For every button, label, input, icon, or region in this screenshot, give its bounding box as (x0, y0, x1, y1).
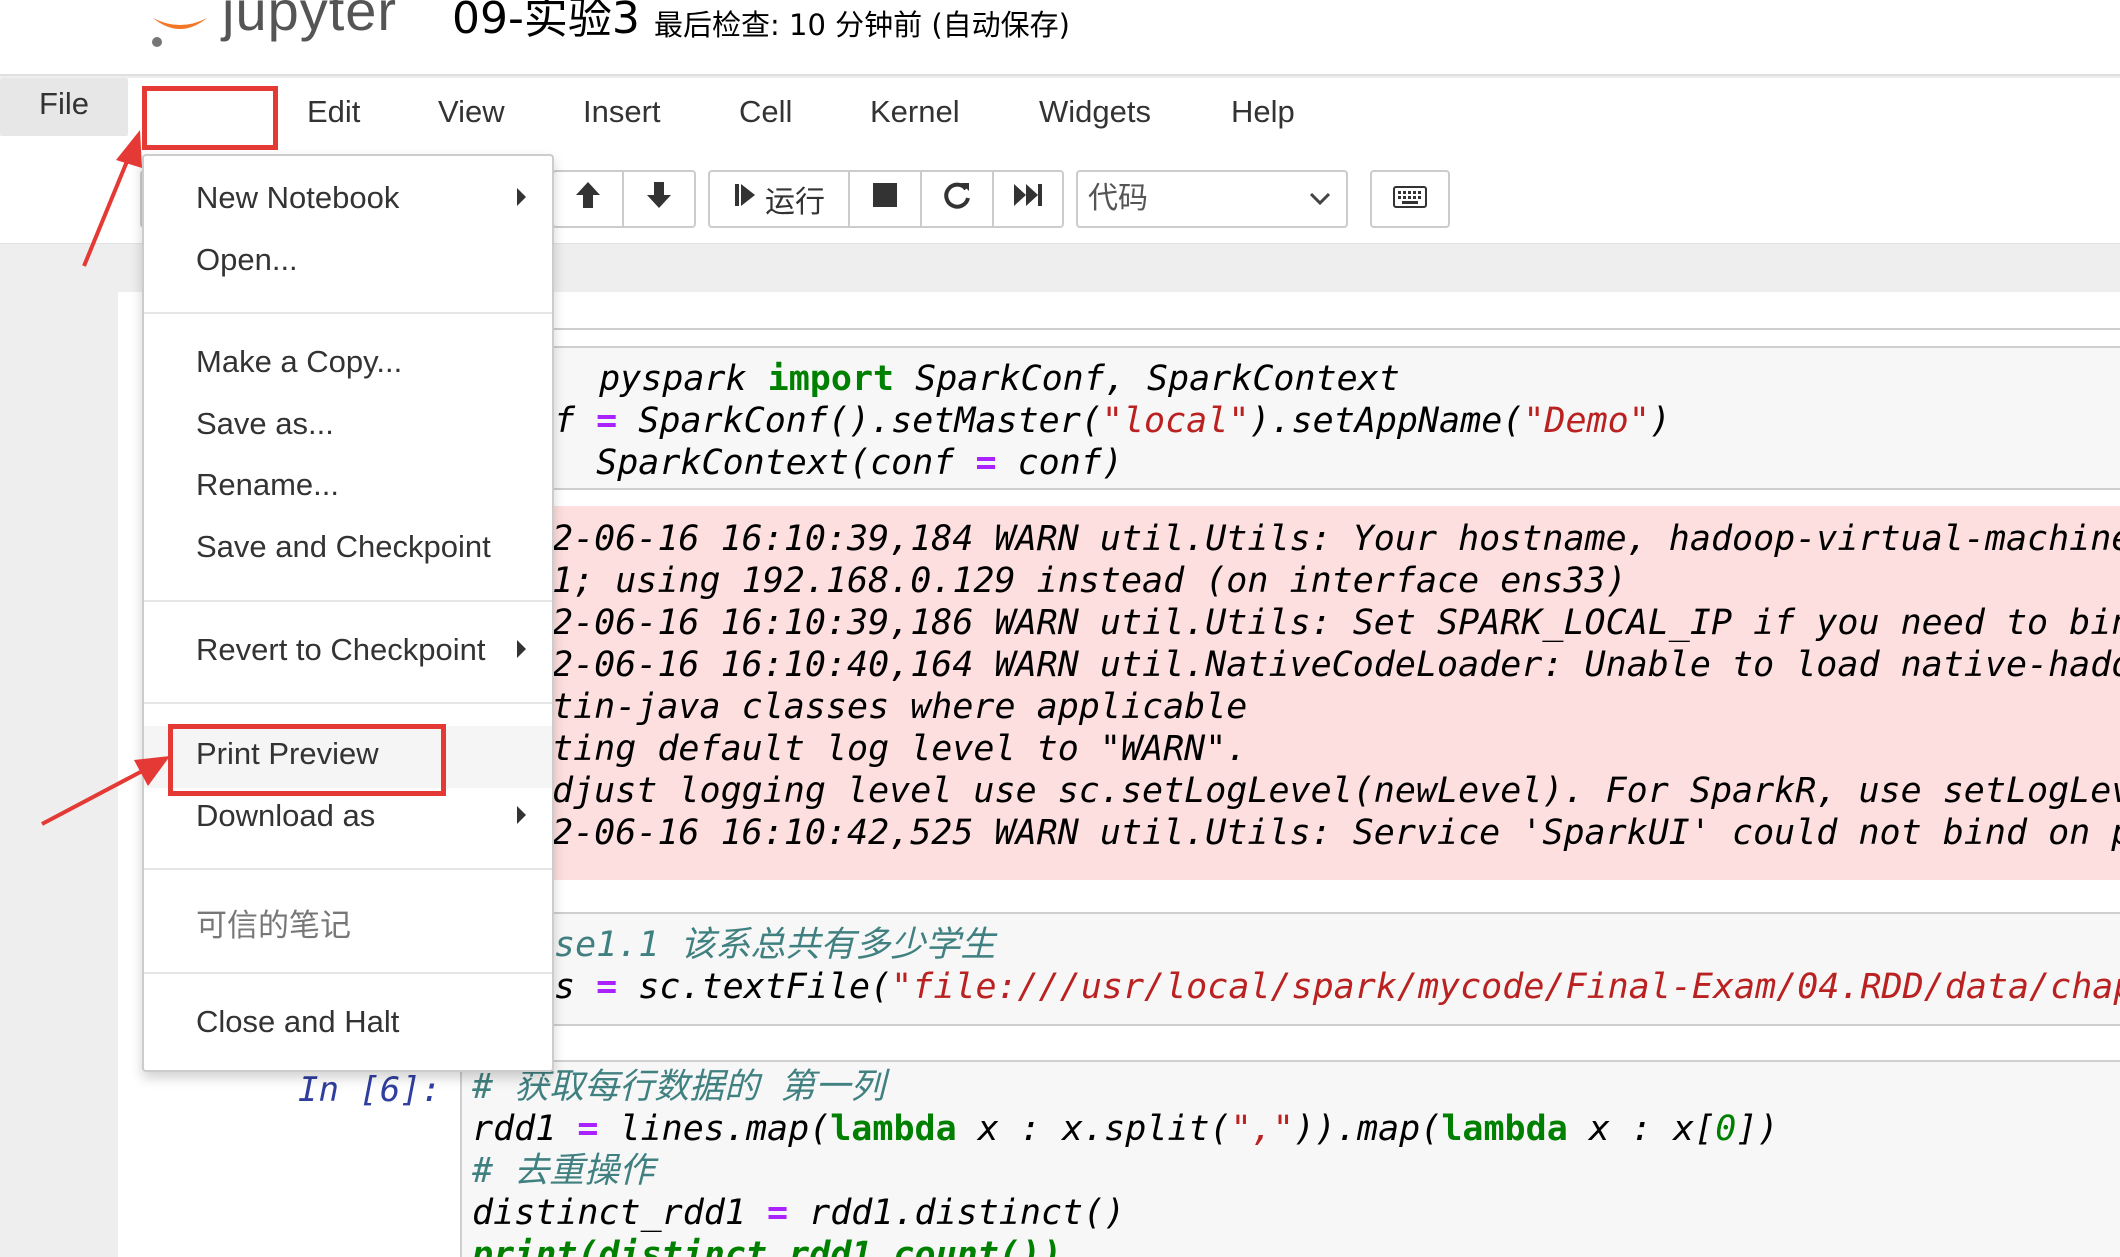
cell-3-prompt: In [6]: (298, 1070, 442, 1110)
output-line: 2-06-16 16:10:40,164 WARN util.NativeCod… (552, 645, 2120, 685)
toolbar-move-group (552, 170, 696, 228)
menubar: File Edit View Insert Cell Kernel Widget… (0, 78, 2120, 154)
submenu-caret-icon (517, 640, 526, 658)
move-up-button[interactable] (554, 172, 624, 226)
menu-item-open[interactable]: Open... (196, 242, 298, 278)
toolbar-run-group: 运行 (708, 170, 1064, 228)
save-status: 最后检查: 10 分钟前 (自动保存) (654, 8, 1070, 42)
code-line: SparkContext(conf = conf) (554, 443, 1123, 483)
code-comment: # 去重操作 (472, 1151, 655, 1191)
cell-type-value: 代码 (1088, 181, 1148, 216)
stop-icon (872, 182, 898, 216)
output-line: 1; using 192.168.0.129 instead (on inter… (552, 561, 1627, 601)
code-comment: se1.1 该系总共有多少学生 (554, 925, 996, 965)
chevron-down-icon (1308, 174, 1332, 242)
menu-item-close-halt[interactable]: Close and Halt (196, 1004, 399, 1040)
run-all-button[interactable] (994, 172, 1062, 226)
annotation-box-print-preview (168, 724, 446, 796)
header: jupyter 09-实验3 最后检查: 10 分钟前 (自动保存) (0, 0, 2120, 76)
code-line: f = SparkConf().setMaster("local").setAp… (554, 401, 1671, 441)
menu-view[interactable]: View (438, 94, 505, 130)
menu-item-rename[interactable]: Rename... (196, 467, 339, 503)
output-line: 2-06-16 16:10:39,186 WARN util.Utils: Se… (552, 603, 2120, 643)
menu-item-save-as[interactable]: Save as... (196, 406, 334, 442)
fast-forward-icon (1012, 181, 1044, 217)
restart-icon (942, 180, 972, 218)
code-line: rdd1 = lines.map(lambda x : x.split(",")… (472, 1109, 1779, 1149)
menu-item-new-notebook[interactable]: New Notebook (196, 180, 399, 216)
code-cell-1-input[interactable]: pyspark import SparkConf, SparkContext f… (552, 346, 2120, 490)
menu-cell[interactable]: Cell (739, 94, 792, 130)
jupyter-logo-icon[interactable] (145, 0, 215, 50)
interrupt-button[interactable] (850, 172, 922, 226)
menu-insert[interactable]: Insert (583, 94, 661, 130)
menu-divider (144, 868, 552, 870)
menu-item-revert-checkpoint[interactable]: Revert to Checkpoint (196, 632, 485, 668)
arrow-up-icon (573, 179, 603, 219)
output-line: djust logging level use sc.setLogLevel(n… (552, 771, 2120, 811)
command-palette-button[interactable] (1370, 170, 1450, 228)
output-line: tin-java classes where applicable (552, 687, 1248, 727)
code-comment: # 获取每行数据的 第一列 (472, 1067, 886, 1107)
menu-divider (144, 702, 552, 704)
menu-file[interactable]: File (0, 78, 128, 136)
submenu-caret-icon (517, 188, 526, 206)
menu-item-save-checkpoint[interactable]: Save and Checkpoint (196, 529, 491, 565)
code-cell-3-input[interactable]: # 获取每行数据的 第一列 rdd1 = lines.map(lambda x … (460, 1060, 2120, 1257)
cell-1-stderr-output: 2-06-16 16:10:39,184 WARN util.Utils: Yo… (552, 506, 2120, 880)
output-line: ting default log level to "WARN". (552, 729, 1248, 769)
logo-text[interactable]: jupyter (222, 0, 397, 43)
output-line: 2-06-16 16:10:39,184 WARN util.Utils: Yo… (552, 519, 2120, 559)
menu-divider (144, 312, 552, 314)
code-line: pyspark import SparkConf, SparkContext (578, 359, 1400, 399)
output-line: 2-06-16 16:10:42,525 WARN util.Utils: Se… (552, 813, 2120, 853)
arrow-down-icon (644, 179, 674, 219)
annotation-box-file (142, 86, 278, 150)
menu-divider (144, 972, 552, 974)
run-label: 运行 (765, 185, 825, 220)
code-line: print(distinct_rdd1.count()) (472, 1235, 1063, 1257)
menu-item-trusted-notebook: 可信的笔记 (196, 908, 351, 944)
jupyter-notebook-window: jupyter 09-实验3 最后检查: 10 分钟前 (自动保存) File … (0, 0, 2120, 1257)
cell-type-select[interactable]: 代码 (1076, 170, 1348, 228)
menu-edit[interactable]: Edit (307, 94, 360, 130)
notebook-name[interactable]: 09-实验3 (452, 0, 640, 46)
menu-divider (144, 600, 552, 602)
keyboard-icon (1393, 185, 1427, 213)
run-button[interactable]: 运行 (710, 172, 850, 226)
move-down-button[interactable] (624, 172, 694, 226)
menu-item-download-as[interactable]: Download as (196, 798, 375, 834)
restart-button[interactable] (922, 172, 994, 226)
file-dropdown-menu: New Notebook Open... Make a Copy... Save… (142, 154, 554, 1072)
menu-help[interactable]: Help (1231, 94, 1295, 130)
menu-widgets[interactable]: Widgets (1039, 94, 1151, 130)
submenu-caret-icon (517, 806, 526, 824)
menu-item-make-copy[interactable]: Make a Copy... (196, 344, 402, 380)
menu-kernel[interactable]: Kernel (870, 94, 960, 130)
code-line: distinct_rdd1 = rdd1.distinct() (472, 1193, 1126, 1233)
cell-separator (552, 328, 2120, 330)
step-forward-icon (733, 181, 757, 217)
code-line: s = sc.textFile("file:///usr/local/spark… (554, 967, 2120, 1007)
code-cell-2-input[interactable]: se1.1 该系总共有多少学生 s = sc.textFile("file://… (552, 912, 2120, 1026)
